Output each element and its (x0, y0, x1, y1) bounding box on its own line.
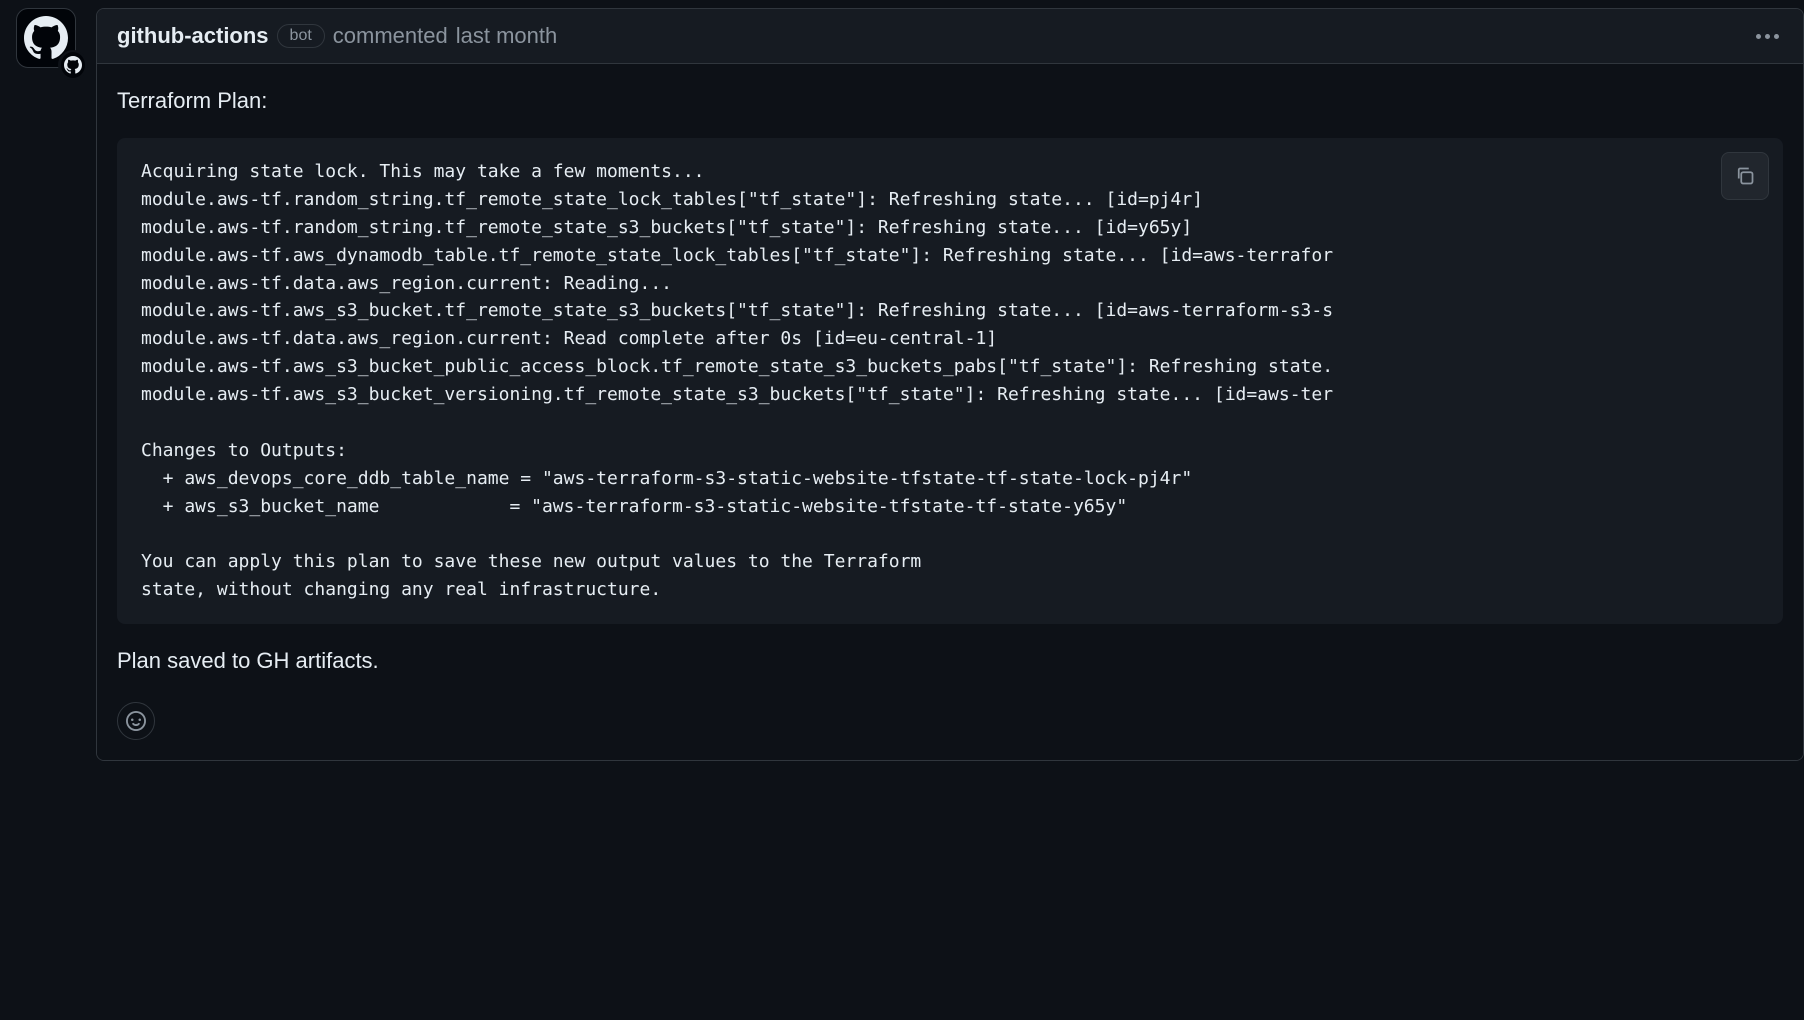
smiley-icon (126, 711, 146, 731)
kebab-icon (1756, 34, 1761, 39)
code-block: Acquiring state lock. This may take a fe… (117, 138, 1783, 624)
comment-timestamp[interactable]: last month (456, 23, 558, 49)
comment-box: github-actions bot commented last month … (96, 8, 1804, 761)
author-link[interactable]: github-actions (117, 23, 269, 49)
kebab-icon (1765, 34, 1770, 39)
bot-badge: bot (277, 24, 325, 48)
comment-header: github-actions bot commented last month (97, 9, 1803, 64)
kebab-menu-button[interactable] (1752, 30, 1783, 43)
comment-header-left: github-actions bot commented last month (117, 23, 557, 49)
github-mark-icon (64, 56, 82, 74)
add-reaction-button[interactable] (117, 702, 155, 740)
github-mark-icon (24, 16, 68, 60)
comment-body: Terraform Plan: Acquiring state lock. Th… (97, 64, 1803, 760)
avatar-container (16, 8, 80, 72)
kebab-icon (1774, 34, 1779, 39)
code-content: Acquiring state lock. This may take a fe… (141, 158, 1759, 604)
plan-heading: Terraform Plan: (117, 88, 1783, 114)
plan-saved-text: Plan saved to GH artifacts. (117, 648, 1783, 674)
copy-icon (1735, 166, 1755, 186)
avatar-badge (58, 50, 88, 80)
copy-button[interactable] (1721, 152, 1769, 200)
reaction-row (117, 698, 1783, 740)
timeline-comment: github-actions bot commented last month … (0, 8, 1804, 761)
comment-action-text: commented (333, 23, 448, 49)
